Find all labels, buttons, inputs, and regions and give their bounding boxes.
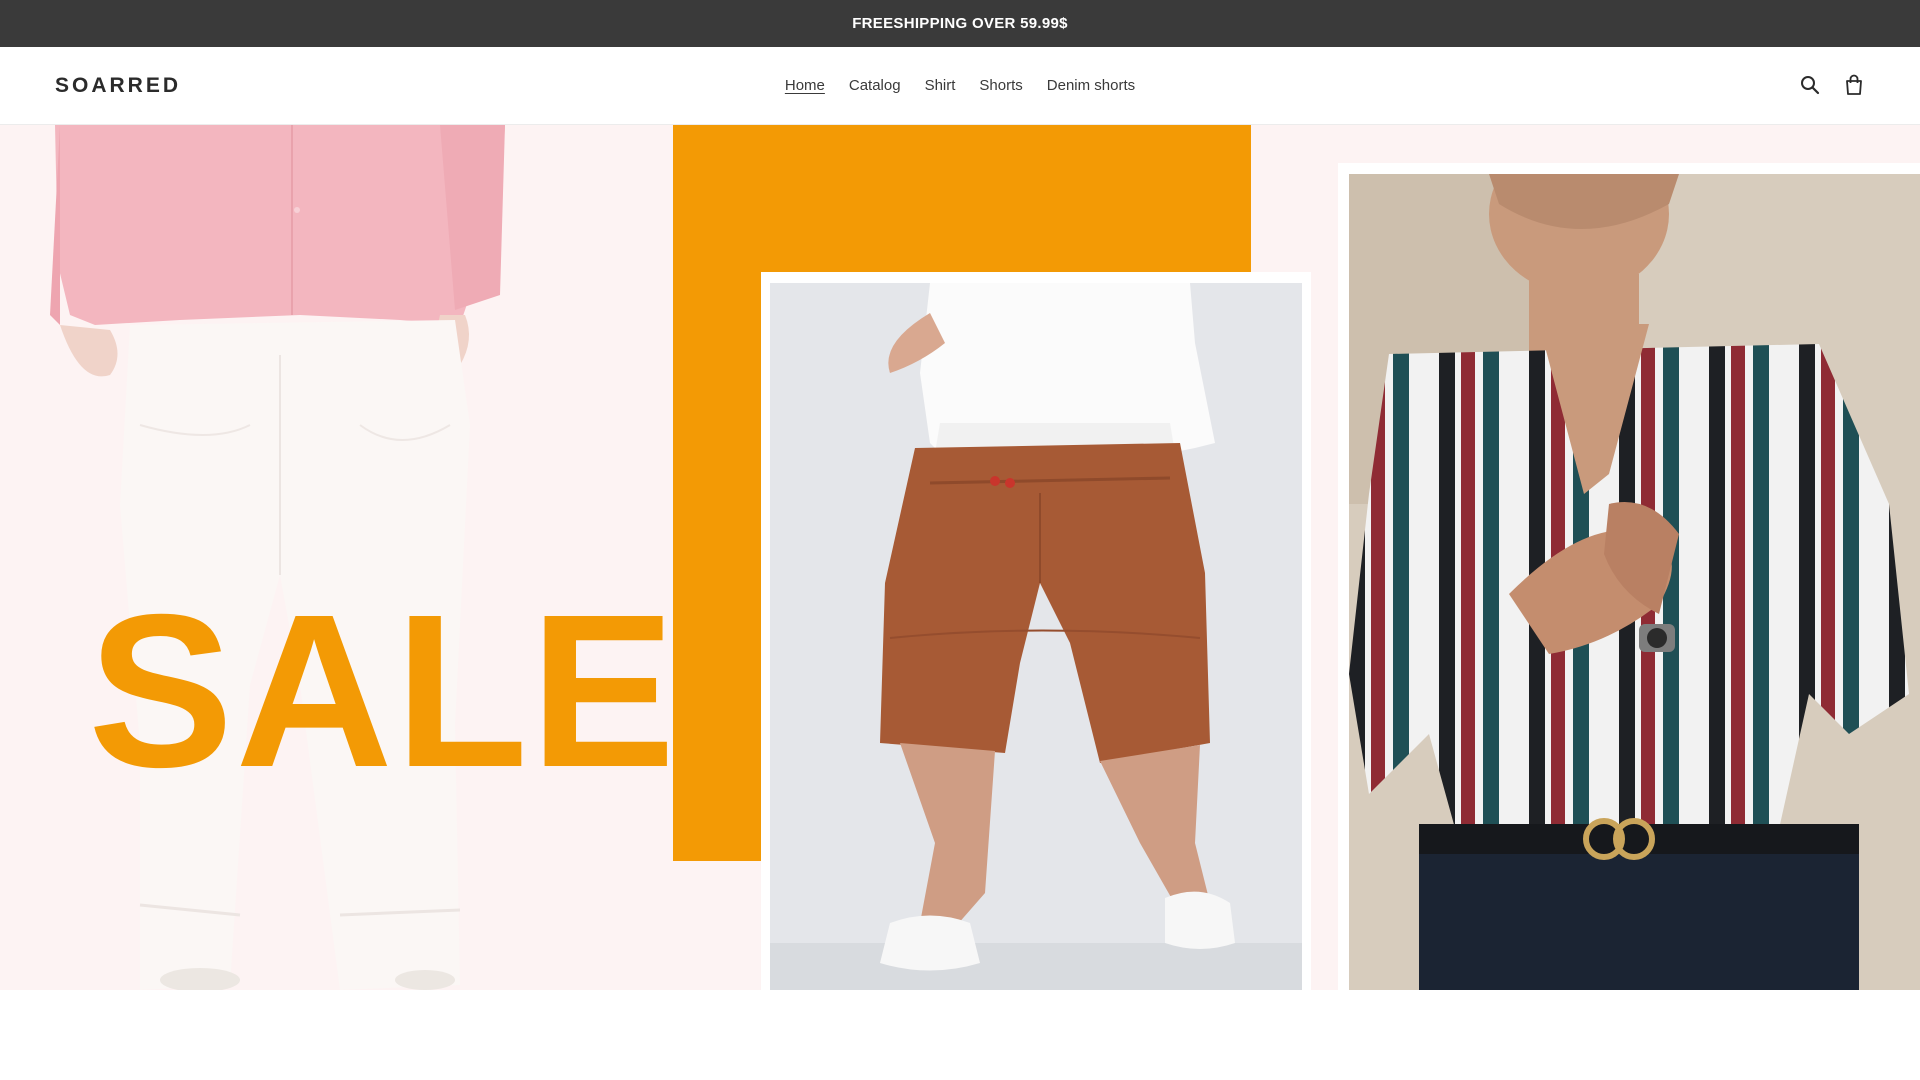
header-icons <box>1799 74 1865 96</box>
nav-catalog[interactable]: Catalog <box>849 77 901 96</box>
model-image-striped-shirt <box>1349 174 1920 990</box>
nav-home[interactable]: Home <box>785 77 825 96</box>
nav-shorts[interactable]: Shorts <box>979 77 1022 96</box>
site-header: SOARRED Home Catalog Shirt Shorts Denim … <box>0 47 1920 125</box>
nav-shirt[interactable]: Shirt <box>925 77 956 96</box>
hero-banner[interactable]: SALE <box>0 125 1920 990</box>
cart-icon[interactable] <box>1843 74 1865 96</box>
page-content-below <box>0 990 1920 1080</box>
main-nav: Home Catalog Shirt Shorts Denim shorts <box>0 77 1920 96</box>
announcement-text: FREESHIPPING OVER 59.99$ <box>852 15 1068 32</box>
model-image-shorts <box>770 283 1302 990</box>
search-icon[interactable] <box>1799 74 1821 96</box>
announcement-bar: FREESHIPPING OVER 59.99$ <box>0 0 1920 47</box>
model-image-pink-shirt <box>0 125 672 990</box>
sale-headline: SALE <box>88 570 678 813</box>
nav-denim-shorts[interactable]: Denim shorts <box>1047 77 1135 96</box>
